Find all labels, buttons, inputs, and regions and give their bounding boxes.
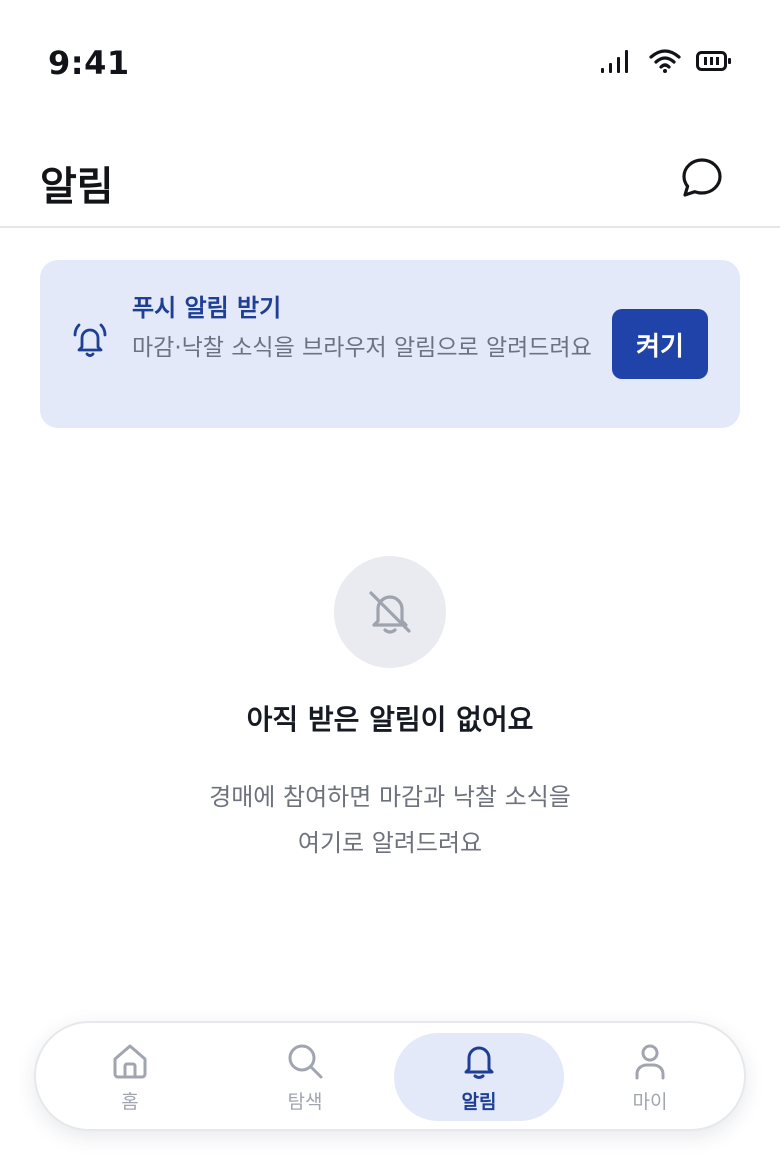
tab-label: 홈: [121, 1090, 139, 1113]
status-bar: 9:41: [0, 0, 780, 100]
status-icons: [600, 48, 732, 74]
banner-description: 마감·낙찰 소식을 브라우저 알림으로 알려드려요: [132, 335, 592, 361]
bell-off-icon: [369, 591, 411, 634]
tab-my[interactable]: 마이: [600, 1033, 700, 1121]
tab-notifications[interactable]: 알림: [394, 1033, 564, 1121]
search-icon: [288, 1044, 323, 1078]
tab-explore[interactable]: 탐색: [250, 1033, 360, 1121]
page-title: 알림: [40, 164, 114, 210]
chat-bubble-icon: [682, 158, 722, 197]
cellular-signal-icon: [601, 50, 628, 73]
empty-state-description-line: 경매에 참여하면 마감과 낙찰 소식을: [209, 783, 571, 811]
bottom-tab-bar: 홈 탐색 알림 마이: [34, 1021, 746, 1131]
person-icon: [635, 1044, 665, 1079]
empty-state-description-line: 여기로 알려드려요: [297, 829, 483, 857]
tab-home[interactable]: 홈: [80, 1033, 180, 1121]
empty-state-title: 아직 받은 알림이 없어요: [246, 703, 534, 736]
push-notification-banner: 푸시 알림 받기 마감·낙찰 소식을 브라우저 알림으로 알려드려요 켜기: [40, 260, 740, 428]
empty-state-description: 경매에 참여하면 마감과 낙찰 소식을 여기로 알려드려요: [0, 774, 780, 866]
wifi-icon: [649, 49, 681, 73]
app-header: 알림: [0, 120, 780, 228]
banner-title: 푸시 알림 받기: [132, 294, 282, 322]
empty-state-icon-circle: [334, 556, 446, 668]
tab-label: 마이: [632, 1090, 668, 1113]
status-time: 9:41: [48, 44, 130, 82]
home-icon: [113, 1044, 147, 1078]
battery-icon: [696, 51, 731, 71]
bell-icon: [464, 1046, 494, 1079]
bell-ringing-icon: [73, 323, 107, 357]
tab-label: 알림: [461, 1090, 497, 1113]
chat-button[interactable]: [678, 154, 726, 202]
enable-push-button[interactable]: 켜기: [612, 309, 708, 379]
tab-label: 탐색: [287, 1090, 323, 1113]
